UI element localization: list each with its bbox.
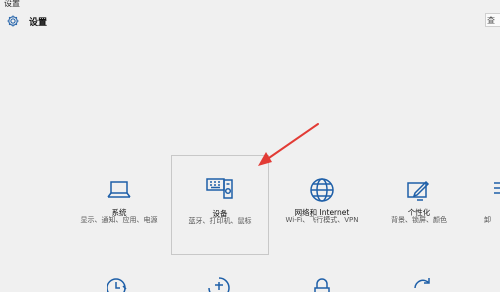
tile-desc: 蓝牙、打印机、鼠标 — [188, 217, 252, 225]
tile-devices[interactable]: 设备 蓝牙、打印机、鼠标 — [171, 155, 269, 255]
globe-icon — [310, 178, 334, 202]
app-title: 设置 — [29, 17, 48, 28]
tile-personalization[interactable]: 个性化 背景、锁屏、颜色 — [370, 155, 468, 255]
tile-desc: 背景、锁屏、颜色 — [391, 216, 447, 224]
tile-desc: 显示、通知、应用、电源 — [80, 216, 158, 224]
gear-icon — [7, 15, 19, 27]
tile-network[interactable]: 网络和 Internet Wi-Fi、飞行模式、VPN — [273, 155, 371, 255]
tile-apps[interactable]: 卸 — [466, 155, 500, 255]
app-header: 设置 — [6, 14, 47, 28]
tile-system[interactable]: 系统 显示、通知、应用、电源 — [70, 155, 168, 255]
window-title: 设置 — [4, 0, 20, 8]
tile-desc: Wi-Fi、飞行模式、VPN — [285, 216, 359, 224]
personalize-icon — [407, 180, 430, 201]
devices-icon — [206, 178, 233, 199]
tile-desc: 卸 — [484, 216, 491, 224]
apps-icon — [494, 182, 500, 194]
search-placeholder: 査 — [487, 15, 495, 25]
search-input[interactable]: 査 — [485, 13, 500, 27]
laptop-icon — [107, 181, 131, 198]
